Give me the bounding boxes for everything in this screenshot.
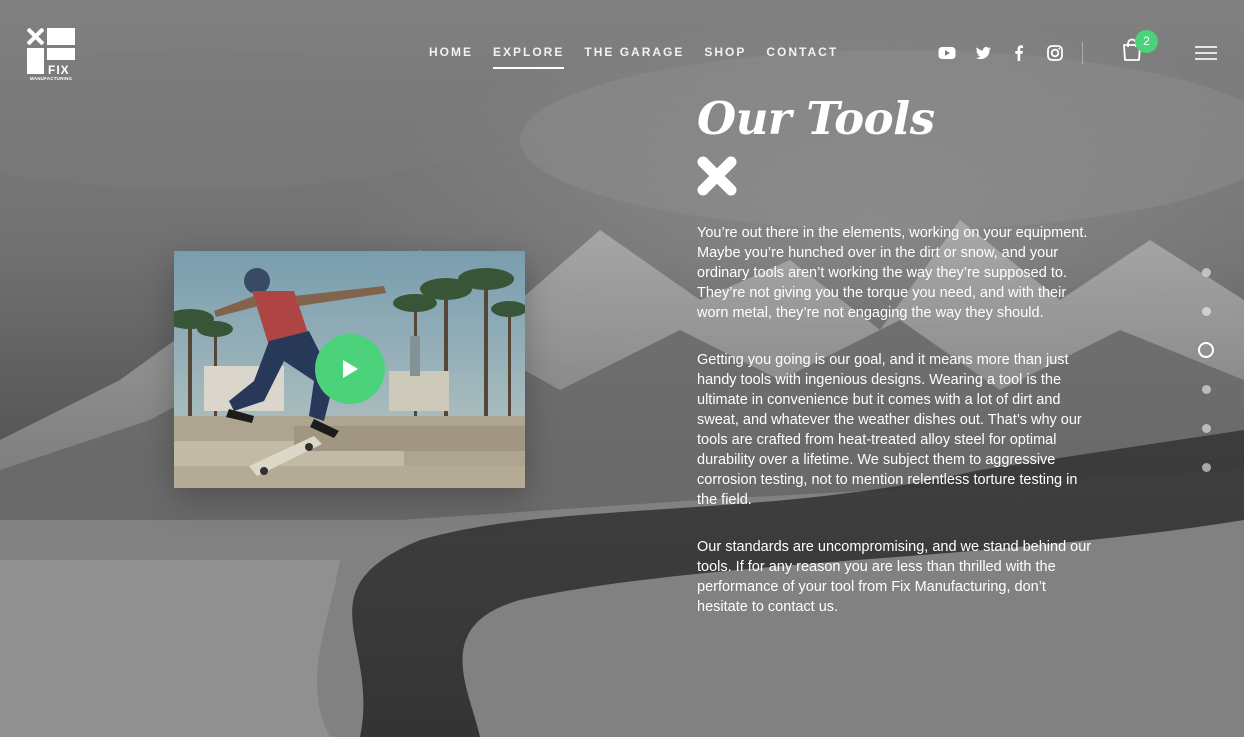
nav-home[interactable]: HOME — [429, 45, 473, 69]
x-mark-icon — [697, 156, 737, 196]
section-dot-4[interactable] — [1202, 385, 1211, 394]
body-paragraph-1: You’re out there in the elements, workin… — [697, 225, 1088, 321]
header-divider — [1082, 42, 1083, 64]
instagram-icon[interactable] — [1046, 44, 1064, 62]
logo-wordmark: FIX — [48, 63, 70, 77]
section-dot-3[interactable] — [1198, 342, 1214, 358]
body-paragraph-2: Getting you going is our goal, and it me… — [697, 352, 1082, 508]
hamburger-menu-icon[interactable] — [1195, 46, 1217, 60]
main-nav: HOME EXPLORE THE GARAGE SHOP CONTACT — [429, 45, 858, 69]
nav-the-garage[interactable]: THE GARAGE — [584, 45, 684, 69]
body-paragraph-3: Our standards are uncompromising, and we… — [697, 539, 1092, 615]
twitter-icon[interactable] — [974, 44, 992, 62]
logo-tagline: MANUFACTURING — [29, 76, 73, 81]
section-dot-5[interactable] — [1202, 424, 1211, 433]
section-dot-1[interactable] — [1202, 268, 1211, 277]
play-button[interactable] — [315, 334, 385, 404]
nav-explore[interactable]: EXPLORE — [493, 45, 565, 69]
nav-contact[interactable]: CONTACT — [766, 45, 838, 69]
section-dot-6[interactable] — [1202, 463, 1211, 472]
nav-shop[interactable]: SHOP — [704, 45, 746, 69]
play-icon — [343, 360, 358, 378]
section-dot-2[interactable] — [1202, 307, 1211, 316]
site-logo[interactable]: FIX MANUFACTURING — [26, 27, 75, 84]
cart-count-badge: 2 — [1135, 30, 1158, 53]
logo-x-mark — [26, 27, 45, 46]
section-body: You’re out there in the elements, workin… — [697, 223, 1092, 644]
social-links — [938, 44, 1082, 62]
section-title: Our Tools — [697, 92, 935, 145]
facebook-icon[interactable] — [1010, 44, 1028, 62]
youtube-icon[interactable] — [938, 44, 956, 62]
